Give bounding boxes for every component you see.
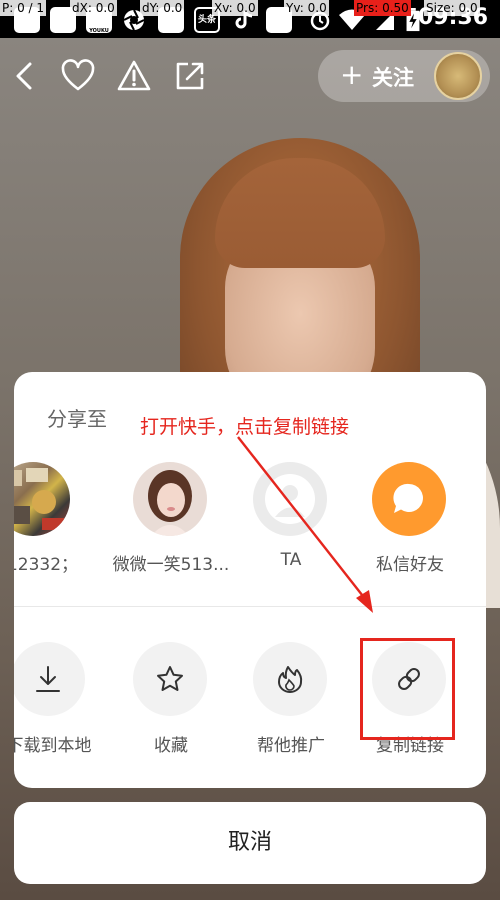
annotation-text: 打开快手，点击复制链接 — [140, 416, 350, 438]
flame-icon — [278, 666, 303, 693]
friend-avatar — [253, 462, 327, 536]
debug-size: Size: 0.0 — [424, 0, 480, 16]
author-avatar[interactable] — [434, 52, 482, 100]
action-circle — [133, 642, 207, 716]
default-user-icon — [265, 474, 315, 524]
debug-xv: Xv: 0.0 — [212, 0, 258, 16]
friend-name: 私信好友 — [376, 555, 444, 575]
debug-dy: dY: 0.0 — [140, 0, 185, 16]
star-icon — [157, 666, 183, 691]
report-warning-icon[interactable] — [116, 58, 152, 94]
like-heart-icon[interactable] — [60, 58, 96, 94]
avatar-photo — [14, 468, 64, 530]
download-icon — [36, 666, 60, 692]
debug-p: P: 0 / 1 — [0, 0, 47, 16]
share-sheet-title: 分享至 — [47, 407, 107, 431]
divider — [14, 606, 486, 607]
friend-avatar — [14, 462, 70, 536]
private-message-avatar — [372, 462, 446, 536]
debug-yv: Yv: 0.0 — [284, 0, 329, 16]
debug-prs: Prs: 0.50 — [354, 0, 411, 16]
friend-avatar — [133, 462, 207, 536]
share-icon[interactable] — [172, 58, 208, 94]
action-circle — [253, 642, 327, 716]
pointer-debug-overlay: P: 0 / 1 dX: 0.0 dY: 0.0 Xv: 0.0 Yv: 0.0… — [0, 0, 500, 16]
cancel-button[interactable]: 取消 — [14, 802, 486, 884]
action-circle — [14, 642, 85, 716]
message-bubble-icon — [393, 483, 423, 513]
back-icon[interactable] — [8, 58, 44, 94]
avatar-photo — [148, 470, 192, 536]
debug-dx: dX: 0.0 — [70, 0, 117, 16]
follow-label: 关注 — [372, 66, 414, 90]
plus-icon: + — [340, 58, 364, 91]
annotation-highlight-box — [360, 638, 455, 740]
status-bar: 头条 09:36 P: 0 / 1 dX: 0.0 dY: 0.0 Xv: 0.… — [0, 0, 500, 38]
